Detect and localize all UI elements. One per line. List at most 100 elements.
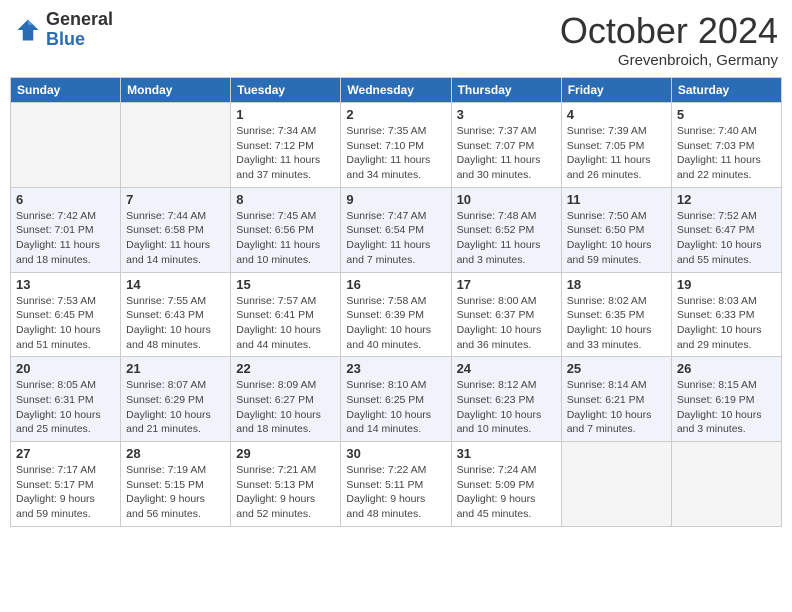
day-number: 18 [567,277,666,292]
day-number: 2 [346,107,445,122]
day-number: 16 [346,277,445,292]
day-number: 4 [567,107,666,122]
calendar-table: SundayMondayTuesdayWednesdayThursdayFrid… [10,77,782,527]
month-title: October 2024 [560,10,778,52]
day-info: Sunrise: 7:42 AMSunset: 7:01 PMDaylight:… [16,209,115,268]
day-info: Sunrise: 7:53 AMSunset: 6:45 PMDaylight:… [16,294,115,353]
day-of-week-header: Wednesday [341,78,451,103]
calendar-day-cell [121,103,231,188]
title-section: October 2024 Grevenbroich, Germany [560,10,778,69]
calendar-day-cell: 9Sunrise: 7:47 AMSunset: 6:54 PMDaylight… [341,187,451,272]
day-info: Sunrise: 8:05 AMSunset: 6:31 PMDaylight:… [16,378,115,437]
day-number: 9 [346,192,445,207]
day-info: Sunrise: 7:34 AMSunset: 7:12 PMDaylight:… [236,124,335,183]
calendar-day-cell: 24Sunrise: 8:12 AMSunset: 6:23 PMDayligh… [451,357,561,442]
day-number: 31 [457,446,556,461]
day-number: 17 [457,277,556,292]
day-info: Sunrise: 7:40 AMSunset: 7:03 PMDaylight:… [677,124,776,183]
page-header: General Blue October 2024 Grevenbroich, … [10,10,782,69]
day-number: 27 [16,446,115,461]
day-of-week-header: Tuesday [231,78,341,103]
calendar-day-cell: 26Sunrise: 8:15 AMSunset: 6:19 PMDayligh… [671,357,781,442]
day-info: Sunrise: 7:55 AMSunset: 6:43 PMDaylight:… [126,294,225,353]
day-number: 7 [126,192,225,207]
day-info: Sunrise: 8:09 AMSunset: 6:27 PMDaylight:… [236,378,335,437]
day-info: Sunrise: 7:35 AMSunset: 7:10 PMDaylight:… [346,124,445,183]
calendar-day-cell: 20 Sunrise: 8:05 AMSunset: 6:31 PMDayligh… [11,357,121,442]
calendar-day-cell: 10 Sunrise: 7:48 AMSunset: 6:52 PMDayligh… [451,187,561,272]
calendar-day-cell [11,103,121,188]
day-of-week-header: Thursday [451,78,561,103]
day-number: 10 [457,192,556,207]
day-number: 30 [346,446,445,461]
day-info: Sunrise: 8:12 AMSunset: 6:23 PMDaylight:… [457,378,556,437]
calendar-day-cell: 12 Sunrise: 7:52 AMSunset: 6:47 PMDayligh… [671,187,781,272]
calendar-day-cell: 23 Sunrise: 8:10 AMSunset: 6:25 PMDayligh… [341,357,451,442]
location-subtitle: Grevenbroich, Germany [560,52,778,69]
calendar-day-cell: 2 Sunrise: 7:35 AMSunset: 7:10 PMDaylight… [341,103,451,188]
calendar-day-cell: 13 Sunrise: 7:53 AMSunset: 6:45 PMDayligh… [11,272,121,357]
day-number: 13 [16,277,115,292]
calendar-day-cell: 29Sunrise: 7:21 AMSunset: 5:13 PMDayligh… [231,442,341,527]
calendar-day-cell: 30 Sunrise: 7:22 AMSunset: 5:11 PMDayligh… [341,442,451,527]
day-info: Sunrise: 7:19 AMSunset: 5:15 PMDaylight:… [126,463,225,522]
calendar-day-cell: 15 Sunrise: 7:57 AMSunset: 6:41 PMDayligh… [231,272,341,357]
calendar-day-cell: 17 Sunrise: 8:00 AMSunset: 6:37 PMDayligh… [451,272,561,357]
day-info: Sunrise: 7:52 AMSunset: 6:47 PMDaylight:… [677,209,776,268]
calendar-week-row: 1 Sunrise: 7:34 AMSunset: 7:12 PMDaylight… [11,103,782,188]
calendar-day-cell: 31 Sunrise: 7:24 AMSunset: 5:09 PMDayligh… [451,442,561,527]
day-of-week-header: Friday [561,78,671,103]
calendar-day-cell: 8Sunrise: 7:45 AMSunset: 6:56 PMDaylight… [231,187,341,272]
day-info: Sunrise: 7:50 AMSunset: 6:50 PMDaylight:… [567,209,666,268]
calendar-day-cell: 11 Sunrise: 7:50 AMSunset: 6:50 PMDayligh… [561,187,671,272]
calendar-day-cell: 28Sunrise: 7:19 AMSunset: 5:15 PMDayligh… [121,442,231,527]
day-info: Sunrise: 7:39 AMSunset: 7:05 PMDaylight:… [567,124,666,183]
day-info: Sunrise: 7:22 AMSunset: 5:11 PMDaylight:… [346,463,445,522]
day-number: 6 [16,192,115,207]
day-number: 21 [126,361,225,376]
day-of-week-header: Sunday [11,78,121,103]
day-number: 12 [677,192,776,207]
day-info: Sunrise: 7:37 AMSunset: 7:07 PMDaylight:… [457,124,556,183]
calendar-day-cell [671,442,781,527]
day-number: 14 [126,277,225,292]
day-info: Sunrise: 8:10 AMSunset: 6:25 PMDaylight:… [346,378,445,437]
day-number: 11 [567,192,666,207]
day-number: 20 [16,361,115,376]
logo-blue-text: Blue [46,30,113,50]
logo-general-text: General [46,10,113,30]
calendar-day-cell: 18Sunrise: 8:02 AMSunset: 6:35 PMDayligh… [561,272,671,357]
calendar-day-cell: 4 Sunrise: 7:39 AMSunset: 7:05 PMDaylight… [561,103,671,188]
day-info: Sunrise: 8:00 AMSunset: 6:37 PMDaylight:… [457,294,556,353]
day-info: Sunrise: 7:48 AMSunset: 6:52 PMDaylight:… [457,209,556,268]
day-info: Sunrise: 7:17 AMSunset: 5:17 PMDaylight:… [16,463,115,522]
day-number: 5 [677,107,776,122]
calendar-day-cell: 25 Sunrise: 8:14 AMSunset: 6:21 PMDayligh… [561,357,671,442]
day-number: 19 [677,277,776,292]
calendar-week-row: 20 Sunrise: 8:05 AMSunset: 6:31 PMDayligh… [11,357,782,442]
day-info: Sunrise: 8:07 AMSunset: 6:29 PMDaylight:… [126,378,225,437]
calendar-week-row: 27 Sunrise: 7:17 AMSunset: 5:17 PMDayligh… [11,442,782,527]
calendar-header-row: SundayMondayTuesdayWednesdayThursdayFrid… [11,78,782,103]
calendar-day-cell: 16Sunrise: 7:58 AMSunset: 6:39 PMDayligh… [341,272,451,357]
calendar-day-cell: 6 Sunrise: 7:42 AMSunset: 7:01 PMDaylight… [11,187,121,272]
day-number: 23 [346,361,445,376]
day-info: Sunrise: 7:57 AMSunset: 6:41 PMDaylight:… [236,294,335,353]
day-info: Sunrise: 8:14 AMSunset: 6:21 PMDaylight:… [567,378,666,437]
day-of-week-header: Saturday [671,78,781,103]
day-info: Sunrise: 7:24 AMSunset: 5:09 PMDaylight:… [457,463,556,522]
day-number: 3 [457,107,556,122]
calendar-day-cell: 22Sunrise: 8:09 AMSunset: 6:27 PMDayligh… [231,357,341,442]
day-number: 1 [236,107,335,122]
day-number: 15 [236,277,335,292]
day-info: Sunrise: 7:44 AMSunset: 6:58 PMDaylight:… [126,209,225,268]
calendar-day-cell: 19 Sunrise: 8:03 AMSunset: 6:33 PMDayligh… [671,272,781,357]
calendar-week-row: 6 Sunrise: 7:42 AMSunset: 7:01 PMDaylight… [11,187,782,272]
calendar-day-cell: 27 Sunrise: 7:17 AMSunset: 5:17 PMDayligh… [11,442,121,527]
day-info: Sunrise: 8:03 AMSunset: 6:33 PMDaylight:… [677,294,776,353]
day-info: Sunrise: 7:45 AMSunset: 6:56 PMDaylight:… [236,209,335,268]
day-number: 25 [567,361,666,376]
day-of-week-header: Monday [121,78,231,103]
calendar-day-cell: 14 Sunrise: 7:55 AMSunset: 6:43 PMDayligh… [121,272,231,357]
calendar-day-cell: 3 Sunrise: 7:37 AMSunset: 7:07 PMDaylight… [451,103,561,188]
